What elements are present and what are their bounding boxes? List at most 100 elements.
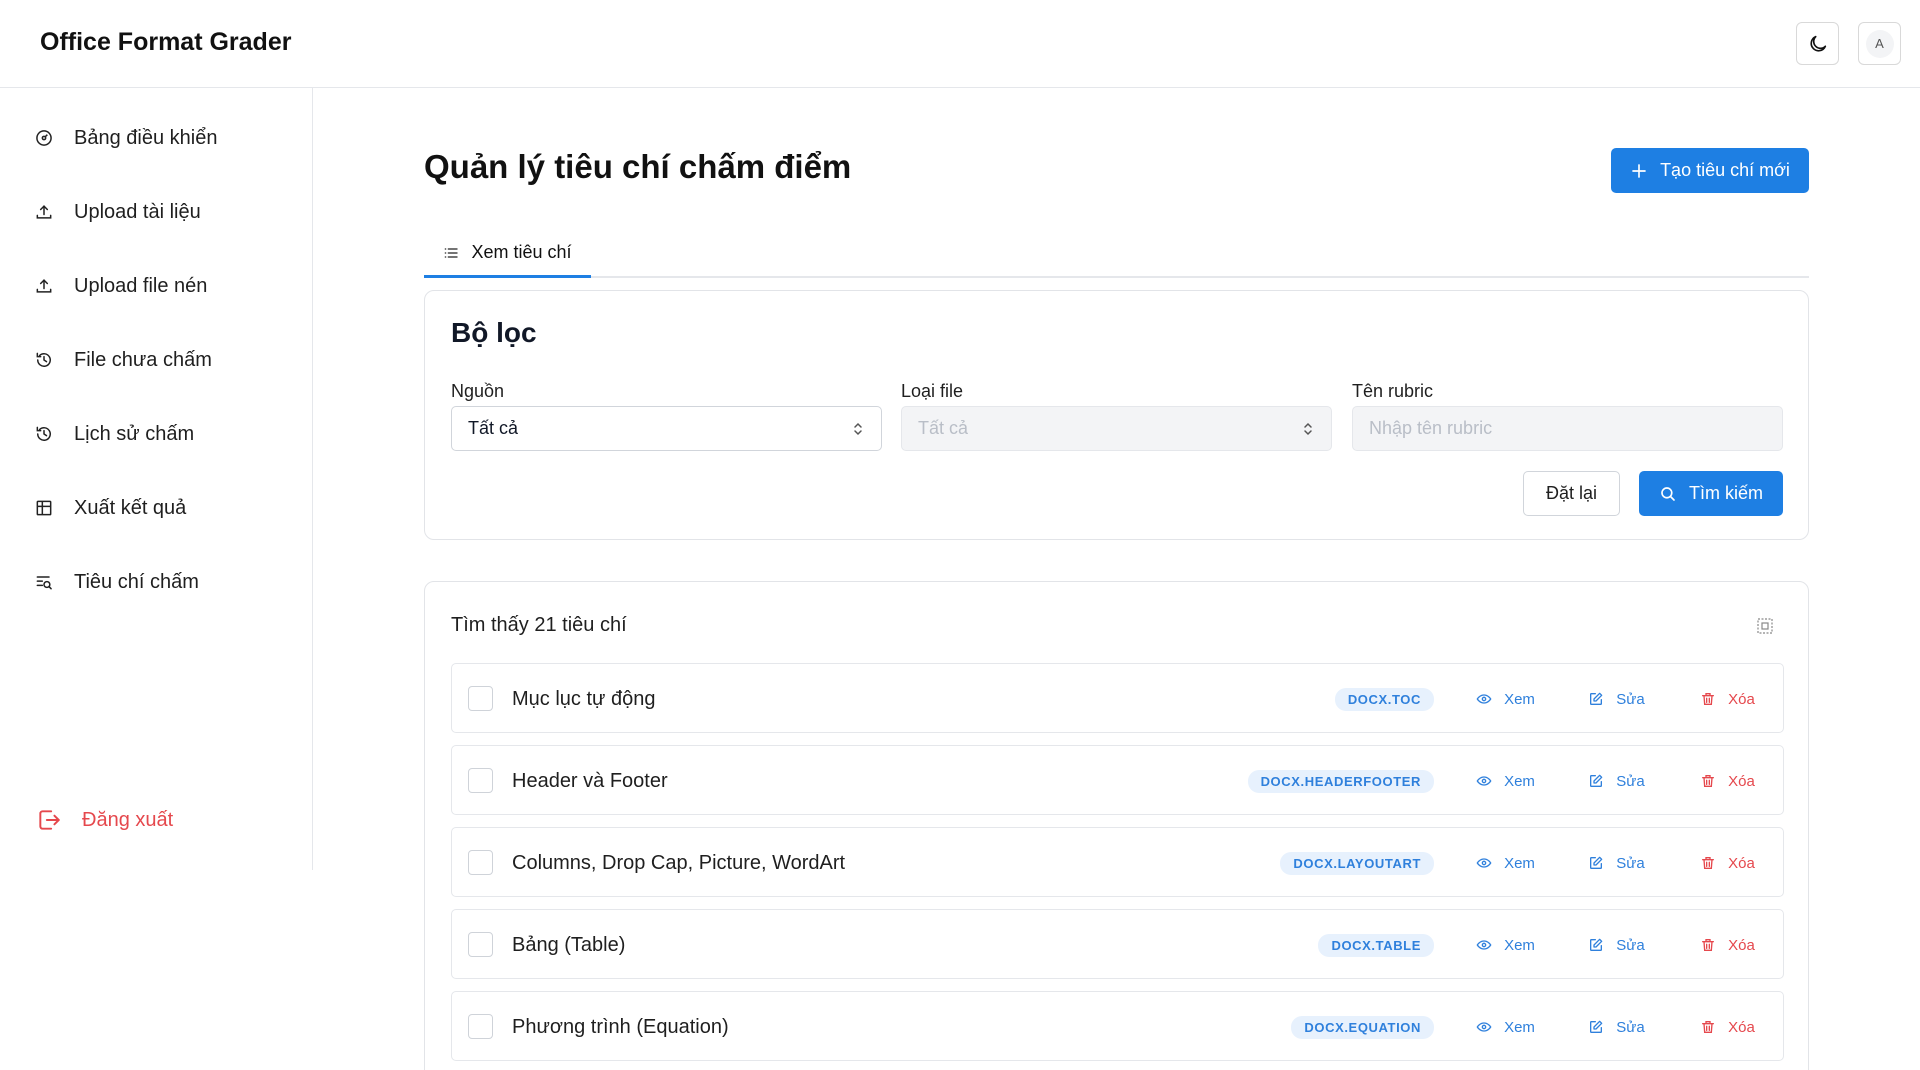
delete-button[interactable]: Xóa — [1672, 937, 1783, 954]
create-criterion-label: Tạo tiêu chí mới — [1660, 160, 1790, 180]
view-button[interactable]: Xem — [1450, 773, 1561, 790]
delete-label: Xóa — [1728, 772, 1755, 790]
create-criterion-button[interactable]: Tạo tiêu chí mới — [1611, 148, 1809, 193]
sidebar-item-criteria[interactable]: Tiêu chí chấm — [34, 562, 199, 602]
eye-icon — [1476, 776, 1492, 786]
delete-button[interactable]: Xóa — [1672, 855, 1783, 872]
view-button[interactable]: Xem — [1450, 691, 1561, 708]
filetype-select-value: Tất cả — [918, 418, 969, 438]
delete-button[interactable]: Xóa — [1672, 691, 1783, 708]
eye-icon — [1476, 940, 1492, 950]
list-icon — [445, 247, 459, 258]
history-icon — [36, 426, 51, 441]
eye-icon — [1476, 694, 1492, 704]
criterion-type-tag: DOCX.EQUATION — [1291, 1015, 1434, 1039]
trash-icon — [1702, 693, 1715, 705]
criteria-row: Columns, Drop Cap, Picture, WordArt DOCX… — [451, 827, 1784, 897]
chevron-up-down-icon — [854, 422, 862, 435]
tab-label: Xem tiêu chí — [471, 242, 572, 262]
tab-view-criteria[interactable]: Xem tiêu chí — [424, 230, 591, 278]
sidebar-item-upload-document[interactable]: Upload tài liệu — [34, 192, 201, 232]
view-button[interactable]: Xem — [1450, 1019, 1561, 1036]
sidebar-item-export-results[interactable]: Xuất kết quả — [34, 488, 186, 528]
rubric-name-input[interactable]: Nhập tên rubric — [1352, 406, 1783, 451]
delete-label: Xóa — [1728, 690, 1755, 708]
history-icon — [36, 352, 51, 367]
sidebar-item-label: Lịch sử chấm — [74, 422, 195, 445]
moon-icon — [1809, 35, 1826, 52]
edit-button[interactable]: Sửa — [1561, 937, 1672, 954]
theme-toggle-button[interactable] — [1796, 22, 1839, 65]
filetype-select[interactable]: Tất cả — [901, 406, 1332, 451]
upload-icon — [36, 279, 52, 293]
delete-label: Xóa — [1728, 854, 1755, 872]
view-button[interactable]: Xem — [1450, 855, 1561, 872]
edit-button[interactable]: Sửa — [1561, 855, 1672, 872]
row-checkbox[interactable] — [468, 850, 493, 875]
criteria-row: Mục lục tự động DOCX.TOC Xem Sửa Xóa — [451, 663, 1784, 733]
edit-label: Sửa — [1616, 854, 1645, 872]
sidebar-item-grading-history[interactable]: Lịch sử chấm — [34, 414, 194, 454]
trash-icon — [1702, 775, 1715, 787]
row-checkbox[interactable] — [468, 768, 493, 793]
top-bar: Office Format Grader A — [0, 0, 1920, 88]
sidebar-item-dashboard[interactable]: Bảng điều khiển — [34, 118, 217, 158]
edit-icon — [1590, 692, 1603, 705]
trash-icon — [1702, 857, 1715, 869]
edit-label: Sửa — [1616, 1018, 1645, 1036]
page-title: Quản lý tiêu chí chấm điểm — [424, 148, 852, 185]
results-count: Tìm thấy 21 tiêu chí — [451, 614, 627, 636]
logout-icon — [39, 810, 60, 830]
criteria-row: Header và Footer DOCX.HEADERFOOTER Xem S… — [451, 745, 1784, 815]
avatar: A — [1865, 29, 1894, 58]
filter-heading: Bộ lọc — [451, 317, 537, 348]
rubric-name-placeholder: Nhập tên rubric — [1369, 418, 1493, 438]
row-checkbox[interactable] — [468, 1014, 493, 1039]
row-actions: DOCX.TABLE Xem Sửa Xóa — [1318, 910, 1783, 980]
criterion-name: Mục lục tự động — [512, 687, 656, 710]
sidebar-item-label: Upload file nén — [74, 274, 208, 297]
row-checkbox[interactable] — [468, 932, 493, 957]
dashboard-icon — [36, 130, 52, 146]
row-actions: DOCX.HEADERFOOTER Xem Sửa Xóa — [1247, 746, 1783, 816]
edit-icon — [1590, 856, 1603, 869]
results-card: Tìm thấy 21 tiêu chí Mục lục tự động DOC… — [424, 581, 1809, 1070]
view-label: Xem — [1504, 854, 1535, 872]
edit-button[interactable]: Sửa — [1561, 773, 1672, 790]
criterion-type-tag: DOCX.TOC — [1334, 687, 1434, 711]
view-label: Xem — [1504, 772, 1535, 790]
edit-label: Sửa — [1616, 772, 1645, 790]
delete-button[interactable]: Xóa — [1672, 773, 1783, 790]
filetype-label: Loại file — [901, 381, 964, 401]
sidebar-item-ungraded-files[interactable]: File chưa chấm — [34, 340, 212, 380]
edit-icon — [1590, 1020, 1603, 1033]
sidebar: Bảng điều khiển Upload tài liệu Upload f… — [0, 88, 313, 870]
reset-button[interactable]: Đặt lại — [1523, 471, 1620, 516]
sidebar-item-label: Bảng điều khiển — [74, 126, 218, 149]
app-title: Office Format Grader — [40, 28, 292, 56]
sidebar-item-upload-archive[interactable]: Upload file nén — [34, 266, 207, 306]
view-button[interactable]: Xem — [1450, 937, 1561, 954]
sidebar-item-label: File chưa chấm — [74, 348, 212, 371]
criterion-name: Phương trình (Equation) — [512, 1015, 729, 1038]
logout-button[interactable]: Đăng xuất — [36, 800, 173, 840]
column-settings-icon[interactable] — [1756, 617, 1774, 635]
edit-button[interactable]: Sửa — [1561, 691, 1672, 708]
criterion-name: Columns, Drop Cap, Picture, WordArt — [512, 851, 846, 874]
criterion-type-tag: DOCX.LAYOUTART — [1280, 851, 1434, 875]
search-button[interactable]: Tìm kiếm — [1639, 471, 1783, 516]
criterion-name: Bảng (Table) — [512, 933, 626, 956]
row-actions: DOCX.TOC Xem Sửa Xóa — [1334, 664, 1783, 734]
user-menu-button[interactable]: A — [1858, 22, 1901, 65]
upload-icon — [36, 205, 52, 219]
criteria-row: Phương trình (Equation) DOCX.EQUATION Xe… — [451, 991, 1784, 1061]
source-select[interactable]: Tất cả — [451, 406, 882, 451]
view-label: Xem — [1504, 936, 1535, 954]
edit-button[interactable]: Sửa — [1561, 1019, 1672, 1036]
rubric-label: Tên rubric — [1352, 381, 1434, 401]
delete-button[interactable]: Xóa — [1672, 1019, 1783, 1036]
eye-icon — [1476, 858, 1492, 868]
sidebar-item-label: Xuất kết quả — [74, 496, 187, 519]
filter-card: Bộ lọc Nguồn Tất cả Loại file Tất cả Tên… — [424, 290, 1809, 540]
row-checkbox[interactable] — [468, 686, 493, 711]
